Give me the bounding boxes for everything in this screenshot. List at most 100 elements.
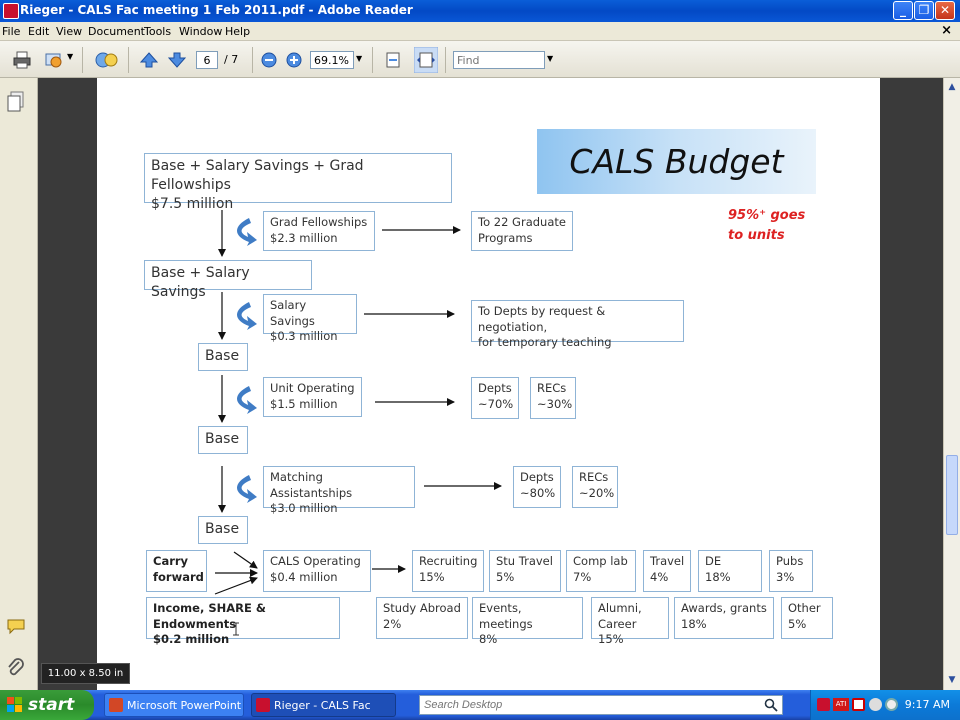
matching-assistantships-box: Matching Assistantships $3.0 million: [263, 466, 415, 515]
next-page-icon[interactable]: [167, 50, 187, 70]
allocation-comp-lab-box: Comp lab 7%: [566, 550, 636, 592]
allocation-alumni-career-box: Alumni, Career 15%: [591, 597, 669, 646]
find-input[interactable]: [453, 51, 545, 69]
attachments-panel-icon[interactable]: [6, 658, 26, 680]
zoom-in-icon[interactable]: [286, 52, 302, 68]
curved-arrow-icon: [237, 218, 257, 246]
page-number-input[interactable]: [196, 51, 218, 69]
allocation-label: Pubs: [776, 554, 804, 568]
allocation-label: Study Abroad: [383, 601, 461, 615]
cals-operating-box: CALS Operating $0.4 million: [263, 550, 371, 592]
salary-savings-box: Salary Savings $0.3 million: [263, 294, 357, 343]
system-tray: ATI 9:17 AM: [810, 690, 960, 720]
allocation-travel-box: Travel 4%: [643, 550, 691, 592]
title-bar: Rieger - CALS Fac meeting 1 Feb 2011.pdf…: [0, 0, 960, 22]
allocation-label: Other: [788, 601, 821, 615]
share-dropdown-icon[interactable]: ▼: [67, 52, 73, 61]
allocation-label: Recruiting: [419, 554, 478, 568]
search-icon[interactable]: [764, 698, 778, 712]
taskbar-powerpoint[interactable]: Microsoft PowerPoint ...: [104, 693, 244, 717]
menu-window[interactable]: Window: [179, 25, 222, 38]
temporary-teaching-line2: for temporary teaching: [478, 335, 612, 350]
menu-help[interactable]: Help: [225, 25, 250, 38]
network-icon[interactable]: [869, 698, 882, 711]
cals-operating-amount: $0.4 million: [270, 569, 338, 584]
slide-title: CALS Budget: [537, 129, 816, 194]
menu-view[interactable]: View: [56, 25, 82, 38]
comments-panel-icon[interactable]: [6, 618, 28, 638]
previous-page-icon[interactable]: [139, 50, 159, 70]
unit-operating-box: Unit Operating $1.5 million: [263, 377, 362, 417]
allocation-share: 7%: [573, 569, 592, 584]
window-title: Rieger - CALS Fac meeting 1 Feb 2011.pdf…: [20, 3, 413, 17]
allocation-share: 3%: [776, 569, 795, 584]
units-note-line2: to units: [728, 228, 785, 244]
base-box: Base: [198, 426, 248, 454]
scroll-thumb[interactable]: [946, 455, 958, 535]
ati-icon[interactable]: ATI: [833, 698, 849, 711]
taskbar: start Microsoft PowerPoint ... Rieger - …: [0, 690, 960, 720]
match-recs-label: RECs: [579, 470, 609, 484]
menu-tools[interactable]: Tools: [144, 25, 171, 38]
allocation-share: 18%: [681, 616, 707, 631]
unit-depts-label: Depts: [478, 381, 512, 395]
unit-operating-amount: $1.5 million: [270, 396, 338, 411]
scroll-down-icon[interactable]: ▼: [946, 674, 958, 686]
minimize-button[interactable]: _: [893, 1, 913, 20]
allocation-label: Comp lab: [573, 554, 628, 568]
powerpoint-icon: [109, 698, 123, 712]
zoom-dropdown-icon[interactable]: ▼: [356, 54, 362, 63]
toolbar-separator: [372, 47, 373, 73]
fit-page-icon[interactable]: [383, 50, 403, 70]
allocation-label: Stu Travel: [496, 554, 553, 568]
toolbar-separator: [128, 47, 129, 73]
grad-fellowships-box: Grad Fellowships $2.3 million: [263, 211, 375, 251]
carry-forward-line1: Carry: [153, 554, 189, 568]
fit-width-icon[interactable]: [414, 47, 438, 73]
taskbar-powerpoint-label: Microsoft PowerPoint ...: [127, 699, 242, 712]
security-shield-icon[interactable]: [852, 698, 865, 711]
close-button[interactable]: ✕: [935, 1, 955, 20]
unit-recs-box: RECs ~30%: [530, 377, 576, 419]
toolbar-separator: [445, 47, 446, 73]
match-depts-box: Depts ~80%: [513, 466, 561, 508]
graduate-programs-line1: To 22 Graduate: [478, 215, 566, 229]
start-button[interactable]: start: [0, 690, 94, 720]
zoom-out-icon[interactable]: [261, 52, 277, 68]
print-icon[interactable]: [12, 50, 32, 70]
scroll-up-icon[interactable]: ▲: [946, 81, 958, 93]
menu-document[interactable]: Document: [88, 25, 145, 38]
grad-fellowships-label: Grad Fellowships: [270, 215, 368, 229]
allocation-label: DE: [705, 554, 722, 568]
units-note-line1: 95%⁺ goes: [728, 208, 806, 223]
taskbar-adobe-reader[interactable]: Rieger - CALS Fac me...: [251, 693, 396, 717]
salary-savings-amount: $0.3 million: [270, 329, 338, 344]
allocation-pubs-box: Pubs 3%: [769, 550, 813, 592]
matching-assistantships-amount: $3.0 million: [270, 501, 338, 516]
zoom-level-input[interactable]: [310, 51, 354, 69]
page-total: / 7: [224, 53, 239, 66]
collaborate-icon[interactable]: [95, 50, 119, 70]
menu-edit[interactable]: Edit: [28, 25, 49, 38]
tray-app-icon[interactable]: [817, 698, 830, 711]
vertical-scrollbar[interactable]: ▲ ▼: [943, 78, 960, 690]
desktop-search-input[interactable]: [419, 695, 783, 715]
units-note: 95%⁺ goes to units: [728, 206, 805, 246]
carry-forward-box: Carry forward: [146, 550, 207, 592]
allocation-awards-grants-box: Awards, grants 18%: [674, 597, 774, 639]
match-depts-label: Depts: [520, 470, 554, 484]
allocation-share: 5%: [496, 569, 515, 584]
find-dropdown-icon[interactable]: ▼: [547, 54, 553, 63]
share-icon[interactable]: [44, 50, 64, 70]
document-close-icon[interactable]: ×: [941, 23, 952, 38]
allocation-share: 8%: [479, 632, 498, 647]
pages-panel-icon[interactable]: [7, 91, 25, 113]
menu-file[interactable]: File: [2, 25, 20, 38]
base-box: Base: [198, 516, 248, 544]
base-salary-savings-box: Base + Salary Savings: [144, 260, 312, 300]
volume-icon[interactable]: [885, 698, 898, 711]
income-label: Income, SHARE & Endowments: [153, 601, 266, 631]
allocation-events-meetings-box: Events, meetings 8%: [472, 597, 583, 646]
allocation-share: 5%: [788, 616, 807, 631]
restore-button[interactable]: ❐: [914, 1, 934, 20]
